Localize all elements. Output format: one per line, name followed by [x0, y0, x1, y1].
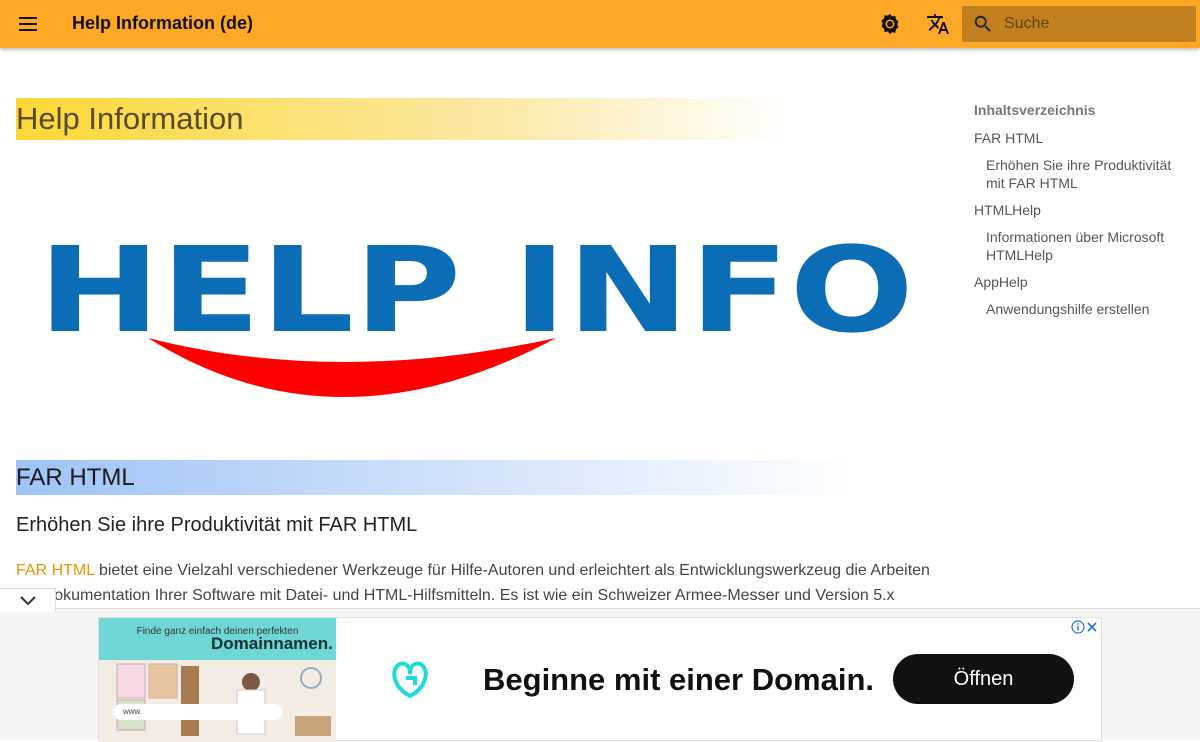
toc-title: Inhaltsverzeichnis — [974, 102, 1096, 118]
chevron-down-icon — [19, 595, 36, 605]
toc-item-microsoft-htmlhelp[interactable]: Informationen über Microsoft HTMLHelp — [986, 228, 1184, 264]
godaddy-logo-icon — [392, 661, 428, 699]
ad-photo — [99, 660, 336, 742]
search-input[interactable] — [1004, 15, 1184, 33]
table-of-contents: Inhaltsverzeichnis FAR HTML Erhöhen Sie … — [974, 102, 1184, 328]
paragraph-text: bietet eine Vielzahl verschiedener Werkz… — [16, 562, 930, 604]
section-heading-far-html: FAR HTML — [16, 460, 851, 495]
ad-image-title: Domainnamen. — [211, 634, 333, 653]
toc-item-htmlhelp[interactable]: HTMLHelp — [974, 202, 1184, 218]
close-icon[interactable] — [1086, 621, 1098, 633]
svg-text:HELP INFO: HELP INFO — [38, 236, 914, 359]
ad-headline: Beginne mit einer Domain. — [483, 662, 875, 697]
toc-item-apphelp[interactable]: AppHelp — [974, 274, 1184, 290]
ad-banner-bar: Finde ganz einfach deinen perfekten Doma… — [0, 608, 1200, 742]
translate-icon[interactable] — [926, 12, 950, 36]
ad-image[interactable]: Finde ganz einfach deinen perfekten Doma… — [99, 618, 336, 742]
toc-item-far-html[interactable]: FAR HTML — [974, 130, 1184, 146]
top-app-bar: Help Information (de) — [0, 0, 1200, 48]
section-subheading: Erhöhen Sie ihre Produktivität mit FAR H… — [16, 514, 418, 536]
menu-line — [19, 23, 37, 25]
menu-line — [19, 29, 37, 31]
page-title: Help Information — [16, 98, 786, 140]
search-box[interactable] — [962, 6, 1196, 42]
help-info-logo: HELP INFO — [38, 236, 914, 397]
ad-banner[interactable]: Finde ganz einfach deinen perfekten Doma… — [98, 617, 1102, 742]
toc-item-anwendungshilfe[interactable]: Anwendungshilfe erstellen — [986, 300, 1184, 318]
toc-item-produktivitaet[interactable]: Erhöhen Sie ihre Produktivität mit FAR H… — [986, 156, 1184, 192]
site-title: Help Information (de) — [72, 13, 253, 33]
brightness-icon[interactable] — [878, 12, 902, 36]
menu-line — [19, 17, 37, 19]
info-icon[interactable] — [1071, 620, 1085, 634]
intro-paragraph: FAR HTML bietet eine Vielzahl verschiede… — [16, 558, 936, 608]
ad-collapse-button[interactable] — [0, 588, 56, 612]
far-html-link[interactable]: FAR HTML — [16, 562, 95, 579]
ad-url-field: www. — [113, 704, 283, 720]
menu-icon[interactable] — [14, 12, 42, 36]
search-icon — [974, 15, 991, 32]
ad-open-button[interactable]: Öffnen — [893, 654, 1074, 704]
